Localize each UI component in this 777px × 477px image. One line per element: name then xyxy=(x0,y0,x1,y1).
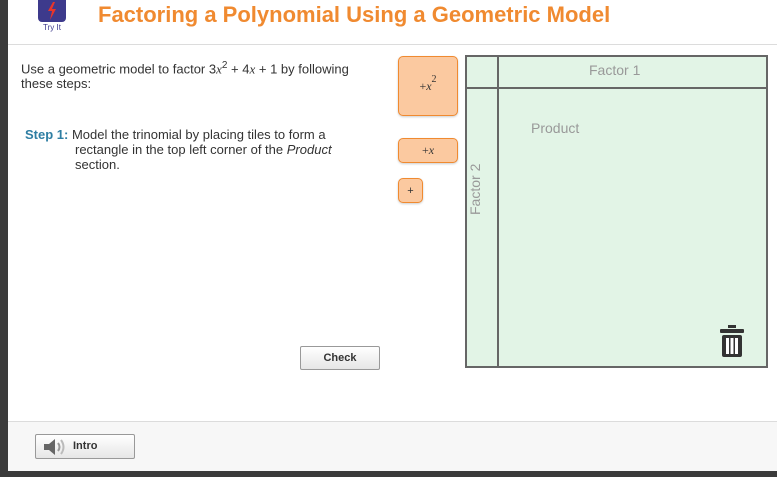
x-tile-var: x xyxy=(428,143,435,157)
x-tile[interactable]: + x xyxy=(398,138,458,163)
app-frame: Try It Factoring a Polynomial Using a Ge… xyxy=(8,0,777,471)
step-1-line1: Model the trinomial by placing tiles to … xyxy=(71,127,326,142)
trash-icon[interactable] xyxy=(718,324,746,360)
footer: Intro xyxy=(8,421,777,471)
product-label: Product xyxy=(531,120,580,136)
logo-label: Try It xyxy=(43,23,61,32)
geometric-model-workspace[interactable]: Factor 1 Product Factor 2 xyxy=(465,55,768,368)
step-1-line2-text: rectangle in the top left corner of the xyxy=(75,142,287,157)
factor-divider-vertical xyxy=(497,57,499,366)
step-1-label: Step 1: xyxy=(25,127,69,142)
x-tile-prefix: + xyxy=(421,143,429,157)
one-tile-label: + xyxy=(407,184,414,197)
factor-2-label: Factor 2 xyxy=(467,163,483,215)
step-1: Step 1: Model the trinomial by placing t… xyxy=(25,127,365,172)
check-button[interactable]: Check xyxy=(300,346,380,370)
x-squared-tile-exp: 2 xyxy=(431,73,437,85)
step-1-product-word: Product xyxy=(286,142,332,157)
instructions-text-before: Use a geometric model to factor 3 xyxy=(21,61,217,77)
factor-1-label: Factor 1 xyxy=(589,62,641,78)
intro-button-label: Intro xyxy=(73,440,98,452)
step-1-line2: rectangle in the top left corner of the … xyxy=(75,142,365,157)
header: Try It Factoring a Polynomial Using a Ge… xyxy=(8,0,777,45)
one-tile[interactable]: + xyxy=(398,178,423,203)
main-content: Use a geometric model to factor 3x2 + 4x… xyxy=(8,45,777,421)
lightning-icon xyxy=(38,0,66,22)
speaker-icon xyxy=(42,438,68,461)
instructions: Use a geometric model to factor 3x2 + 4x… xyxy=(21,58,381,91)
page-title: Factoring a Polynomial Using a Geometric… xyxy=(98,2,611,27)
step-1-line3: section. xyxy=(75,157,120,172)
x-squared-tile[interactable]: + x 2 xyxy=(398,56,458,116)
factor-divider-horizontal xyxy=(467,87,766,89)
instructions-text-middle: + 4 xyxy=(227,61,250,77)
intro-button[interactable]: Intro xyxy=(35,434,135,459)
